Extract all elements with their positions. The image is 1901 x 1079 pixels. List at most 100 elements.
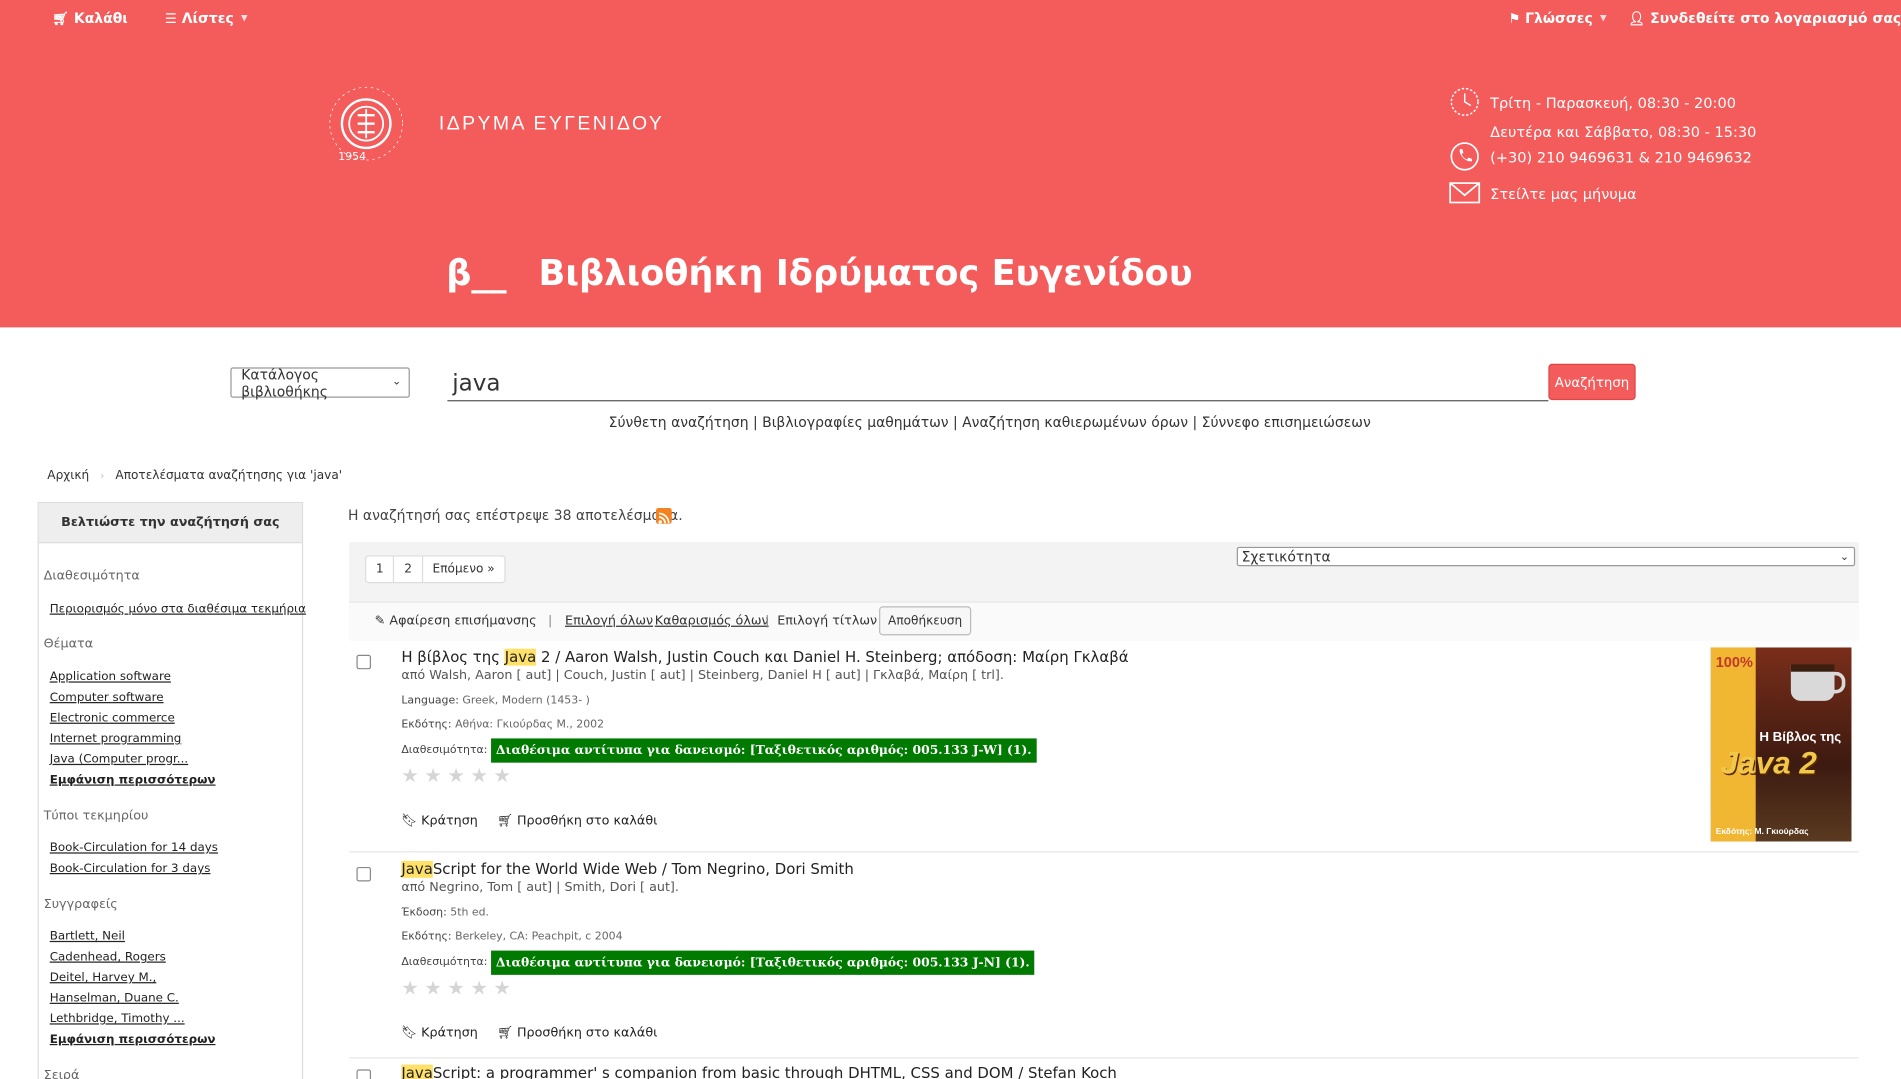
login-link[interactable]: 👤︎ Συνδεθείτε στο λογαριασμό σας (1628, 10, 1901, 27)
clear-all-link[interactable]: Καθαρισμός όλων (655, 614, 769, 629)
meta-label: Έκδοση: (401, 906, 447, 920)
languages-label: Γλώσσες (1525, 9, 1593, 27)
page-2[interactable]: 2 (395, 556, 423, 582)
hold-button[interactable]: 🔖︎ Κράτηση (401, 1025, 478, 1040)
facet-author[interactable]: Lethbridge, Timothy ... (50, 1012, 185, 1025)
record-title[interactable]: JavaScript: a programmer' s companion fr… (401, 1064, 1117, 1079)
languages-menu[interactable]: ⚑ Γλώσσες ▼ (1508, 10, 1606, 27)
record-edition: Έκδοση: 5th ed. (401, 907, 489, 919)
book-cover[interactable]: 100% Η Βίβλος της Java 2 Εκδότης: Μ. Γκι… (1710, 647, 1852, 842)
title-text: Script: a programmer' s companion from b… (432, 1064, 1117, 1079)
authors-show-more[interactable]: Εμφάνιση περισσότερων (50, 1033, 216, 1046)
record-availability: Διαθεσιμότητα: Διαθέσιμα αντίτυπα για δα… (401, 738, 1037, 763)
search-button[interactable]: Αναζήτηση (1548, 363, 1636, 401)
add-to-cart-label: Προσθήκη στο καλάθι (516, 1025, 658, 1040)
star-icon[interactable]: ★ (424, 766, 442, 785)
lists-menu[interactable]: ☰ Λίστες ▼ (165, 10, 248, 27)
facet-item-type[interactable]: Book-Circulation for 14 days (50, 841, 218, 854)
brand-name: ΙΔΡΥΜΑ ΕΥΓΕΝΙΔΟΥ (438, 113, 665, 135)
facet-author[interactable]: Cadenhead, Rogers (50, 951, 166, 964)
rating-stars[interactable]: ★ ★ ★ ★ ★ (401, 766, 511, 785)
opening-hours-weekend: Δευτέρα και Σάββατο, 08:30 - 15:30 (1490, 123, 1757, 141)
add-to-cart-button[interactable]: 🛒︎ Προσθήκη στο καλάθι (497, 812, 657, 828)
foundation-logo[interactable]: 1954 (323, 80, 410, 167)
meta-value: Αθήνα: Γκιούρδας Μ., 2002 (455, 719, 605, 732)
select-all-link[interactable]: Επιλογή όλων (565, 614, 653, 629)
meta-label: Language: (401, 694, 459, 707)
breadcrumb-home[interactable]: Αρχική (47, 469, 89, 482)
cart-link[interactable]: 🛒︎ Καλάθι (52, 10, 128, 27)
rss-icon[interactable] (655, 508, 672, 524)
facet-item-type[interactable]: Book-Circulation for 3 days (50, 862, 211, 875)
facet-subject[interactable]: Internet programming (50, 732, 182, 745)
facet-author[interactable]: Deitel, Harvey M., (50, 971, 157, 984)
star-icon[interactable]: ★ (401, 766, 419, 785)
star-icon[interactable]: ★ (424, 978, 442, 997)
record-checkbox[interactable] (356, 866, 372, 882)
rating-stars[interactable]: ★ ★ ★ ★ ★ (401, 978, 511, 997)
pencil-icon: ✎ (374, 613, 386, 629)
facet-available-only[interactable]: Περιορισμός μόνο στα διαθέσιμα τεκμήρια (50, 603, 306, 616)
phone-icon (1450, 142, 1479, 171)
chevron-down-icon: ⌄ (1839, 551, 1850, 564)
star-icon[interactable]: ★ (447, 766, 465, 785)
breadcrumb: Αρχική › Αποτελέσματα αναζήτησης για 'ja… (47, 469, 342, 482)
record-checkbox[interactable] (356, 654, 372, 670)
facet-subject[interactable]: Computer software (50, 691, 164, 704)
search-input[interactable] (447, 363, 1549, 402)
title-highlight: Java (401, 860, 433, 878)
authority-search-link[interactable]: Αναζήτηση καθιερωμένων όρων (962, 413, 1188, 430)
chevron-down-icon: ⌄ (392, 375, 402, 388)
star-icon[interactable]: ★ (447, 978, 465, 997)
star-icon[interactable]: ★ (493, 766, 511, 785)
meta-label: Εκδότης: (401, 931, 452, 944)
record-language: Language: Greek, Modern (1453- ) (401, 695, 590, 707)
record-title[interactable]: Η βίβλος της Java 2 / Aaron Walsh, Justi… (401, 648, 1129, 666)
refine-search-heading: Βελτιώστε την αναζήτησή σας (38, 503, 302, 544)
sort-select[interactable]: Σχετικότητα ⌄ (1236, 546, 1856, 567)
facet-types-title: Τύποι τεκμηρίου (43, 808, 149, 824)
cover-badge: 100% (1715, 653, 1753, 671)
phone-numbers[interactable]: (+30) 210 9469631 & 210 9469632 (1490, 149, 1752, 166)
facet-subject[interactable]: Application software (50, 671, 171, 684)
pagination: 1 2 Επόμενο » (364, 555, 506, 584)
unhighlight-button[interactable]: ✎ Αφαίρεση επισήμανσης (375, 614, 537, 629)
chevron-down-icon: ▼ (1600, 13, 1607, 24)
star-icon[interactable]: ★ (470, 766, 488, 785)
list-icon: ☰ (164, 10, 177, 27)
cart-icon: 🛒︎ (497, 1025, 514, 1041)
save-button[interactable]: Αποθήκευση (879, 606, 972, 636)
facets-sidebar: Βελτιώστε την αναζήτησή σας Διαθεσιμότητ… (37, 501, 306, 1079)
cart-label: Καλάθι (73, 9, 128, 27)
cover-title-line1: Η Βίβλος της (1759, 729, 1842, 745)
add-to-cart-label: Προσθήκη στο καλάθι (516, 812, 658, 828)
catalog-select[interactable]: Κατάλογος βιβλιοθήκης ⌄ (230, 366, 410, 400)
page-1[interactable]: 1 (366, 556, 395, 582)
star-icon[interactable]: ★ (493, 978, 511, 997)
record-checkbox[interactable] (356, 1069, 372, 1079)
envelope-icon (1449, 182, 1481, 204)
user-icon: 👤︎ (1628, 10, 1646, 27)
next-page[interactable]: Επόμενο » (423, 557, 505, 582)
login-label: Συνδεθείτε στο λογαριασμό σας (1650, 9, 1901, 27)
chevron-down-icon: ▼ (241, 13, 248, 24)
star-icon[interactable]: ★ (470, 978, 488, 997)
tag-cloud-link[interactable]: Σύννεφο επισημειώσεων (1202, 413, 1371, 430)
record-title[interactable]: JavaScript for the World Wide Web / Tom … (401, 860, 854, 878)
availability-badge: Διαθέσιμα αντίτυπα για δανεισμό: [Ταξιθε… (491, 950, 1035, 975)
star-icon[interactable]: ★ (401, 978, 419, 997)
facet-subject[interactable]: Electronic commerce (50, 712, 175, 725)
record-publisher: Εκδότης: Berkeley, CA: Peachpit, c 2004 (401, 931, 622, 943)
hold-button[interactable]: 🔖︎ Κράτηση (401, 812, 478, 828)
advanced-search-link[interactable]: Σύνθετη αναζήτηση (609, 413, 749, 430)
record-authors: από Walsh, Aaron [ aut] | Couch, Justin … (401, 668, 1004, 683)
facet-author[interactable]: Hanselman, Duane C. (50, 992, 179, 1005)
add-to-cart-button[interactable]: 🛒︎ Προσθήκη στο καλάθι (497, 1025, 658, 1041)
course-reserves-link[interactable]: Βιβλιογραφίες μαθημάτων (762, 413, 948, 430)
facet-subjects-title: Θέματα (43, 636, 94, 652)
send-message-link[interactable]: Στείλτε μας μήνυμα (1490, 186, 1637, 203)
subjects-show-more[interactable]: Εμφάνιση περισσότερων (50, 774, 216, 787)
facet-author[interactable]: Bartlett, Neil (50, 930, 125, 943)
sort-select-value: Σχετικότητα (1241, 548, 1331, 566)
facet-subject[interactable]: Java (Computer progr... (50, 753, 188, 766)
